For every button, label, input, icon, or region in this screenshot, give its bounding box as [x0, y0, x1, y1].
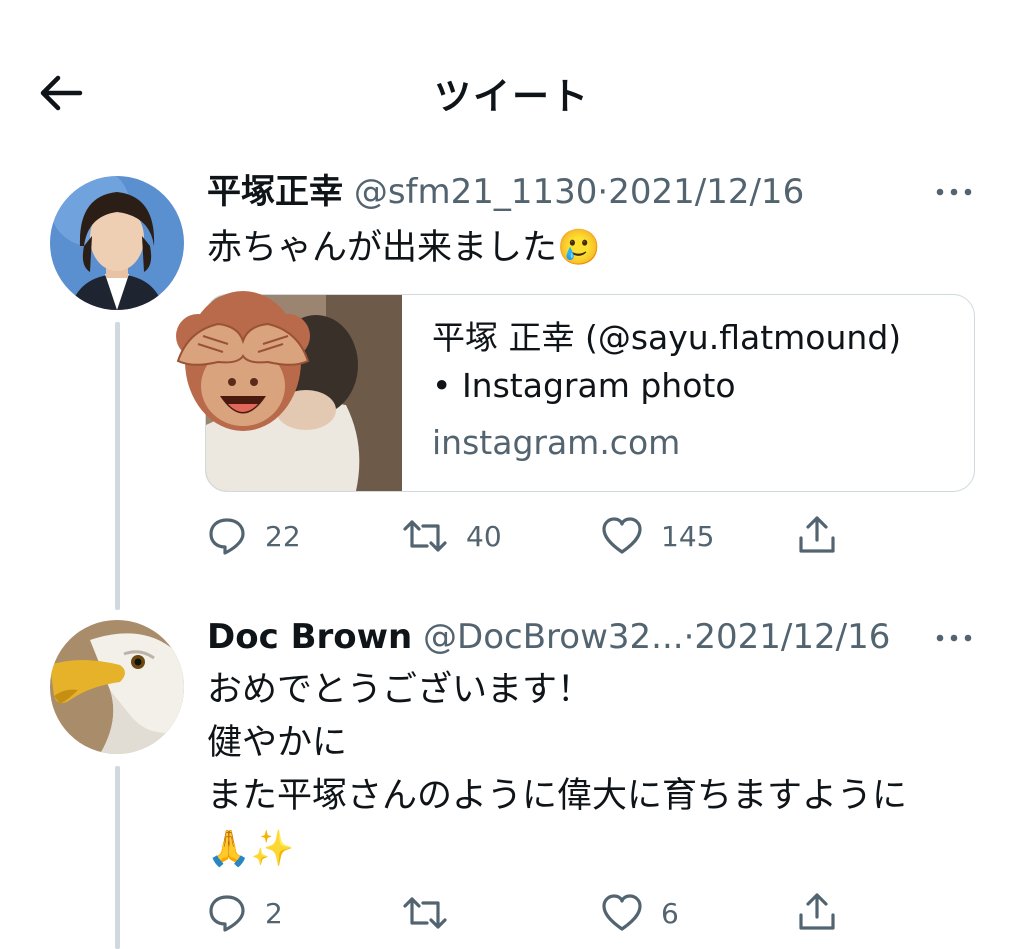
- thread-line: [115, 766, 120, 949]
- like-button[interactable]: 6: [601, 893, 679, 933]
- thread-line: [115, 322, 120, 610]
- retweet-button[interactable]: 40: [402, 516, 502, 556]
- heart-icon: [602, 517, 642, 554]
- retweet-count: 40: [466, 519, 502, 553]
- share-icon: [799, 516, 835, 553]
- tweet-text: おめでとうございます！ 健やかに また平塚さんのように偉大に育ちますように 🙏✨: [207, 664, 907, 876]
- retweet-icon: [403, 520, 447, 552]
- tweet-text-line: 健やかに: [207, 723, 348, 763]
- tweet-text-line: おめでとうございます！: [207, 670, 593, 710]
- display-name[interactable]: 平塚正幸: [207, 172, 343, 212]
- card-domain: instagram.com: [432, 423, 681, 462]
- separator: ·: [597, 172, 609, 212]
- more-options-icon[interactable]: [934, 632, 974, 644]
- reply-button[interactable]: 2: [207, 893, 283, 933]
- reply-button[interactable]: 22: [207, 516, 301, 556]
- tweet-text-content: 赤ちゃんが出来ました: [207, 228, 558, 268]
- page-title: ツイート: [434, 75, 590, 118]
- share-icon: [799, 893, 835, 930]
- like-count: 145: [661, 519, 715, 553]
- link-card[interactable]: 平塚 正幸 (@sayu.flatmound) • Instagram phot…: [205, 294, 975, 492]
- timestamp[interactable]: 2021/12/16: [608, 172, 804, 212]
- display-name[interactable]: Doc Brown: [207, 617, 412, 657]
- reply-icon: [209, 895, 245, 932]
- timestamp[interactable]: 2021/12/16: [694, 617, 890, 657]
- share-button[interactable]: [797, 514, 837, 556]
- card-title-line2: • Instagram photo: [432, 366, 736, 405]
- handle[interactable]: @sfm21_1130: [354, 172, 598, 212]
- heart-icon: [602, 894, 642, 931]
- avatar[interactable]: [50, 176, 184, 310]
- card-title-line1: 平塚 正幸 (@sayu.flatmound): [432, 318, 902, 357]
- emoji-line: 🙏✨: [207, 829, 295, 869]
- like-count: 6: [661, 896, 679, 930]
- share-button[interactable]: [797, 891, 837, 933]
- see-no-evil-monkey-sticker: [176, 291, 310, 431]
- reply-icon: [209, 518, 245, 555]
- handle[interactable]: @DocBrow32...: [423, 617, 684, 657]
- tweet-text: 赤ちゃんが出来ました🥲: [207, 222, 601, 275]
- tweet-text-line: また平塚さんのように偉大に育ちますように: [207, 776, 908, 816]
- more-options-icon[interactable]: [934, 186, 974, 198]
- avatar[interactable]: [50, 620, 184, 754]
- tweet-header: Doc Brown @DocBrow32...·2021/12/16: [207, 620, 890, 654]
- retweet-button[interactable]: [402, 893, 466, 933]
- emoji: 🥲: [557, 228, 601, 268]
- retweet-icon: [403, 897, 447, 929]
- like-button[interactable]: 145: [601, 516, 714, 556]
- separator: ·: [683, 617, 695, 657]
- reply-count: 22: [265, 519, 301, 553]
- tweet-header: 平塚正幸 @sfm21_1130·2021/12/16: [207, 175, 804, 209]
- reply-count: 2: [265, 896, 283, 930]
